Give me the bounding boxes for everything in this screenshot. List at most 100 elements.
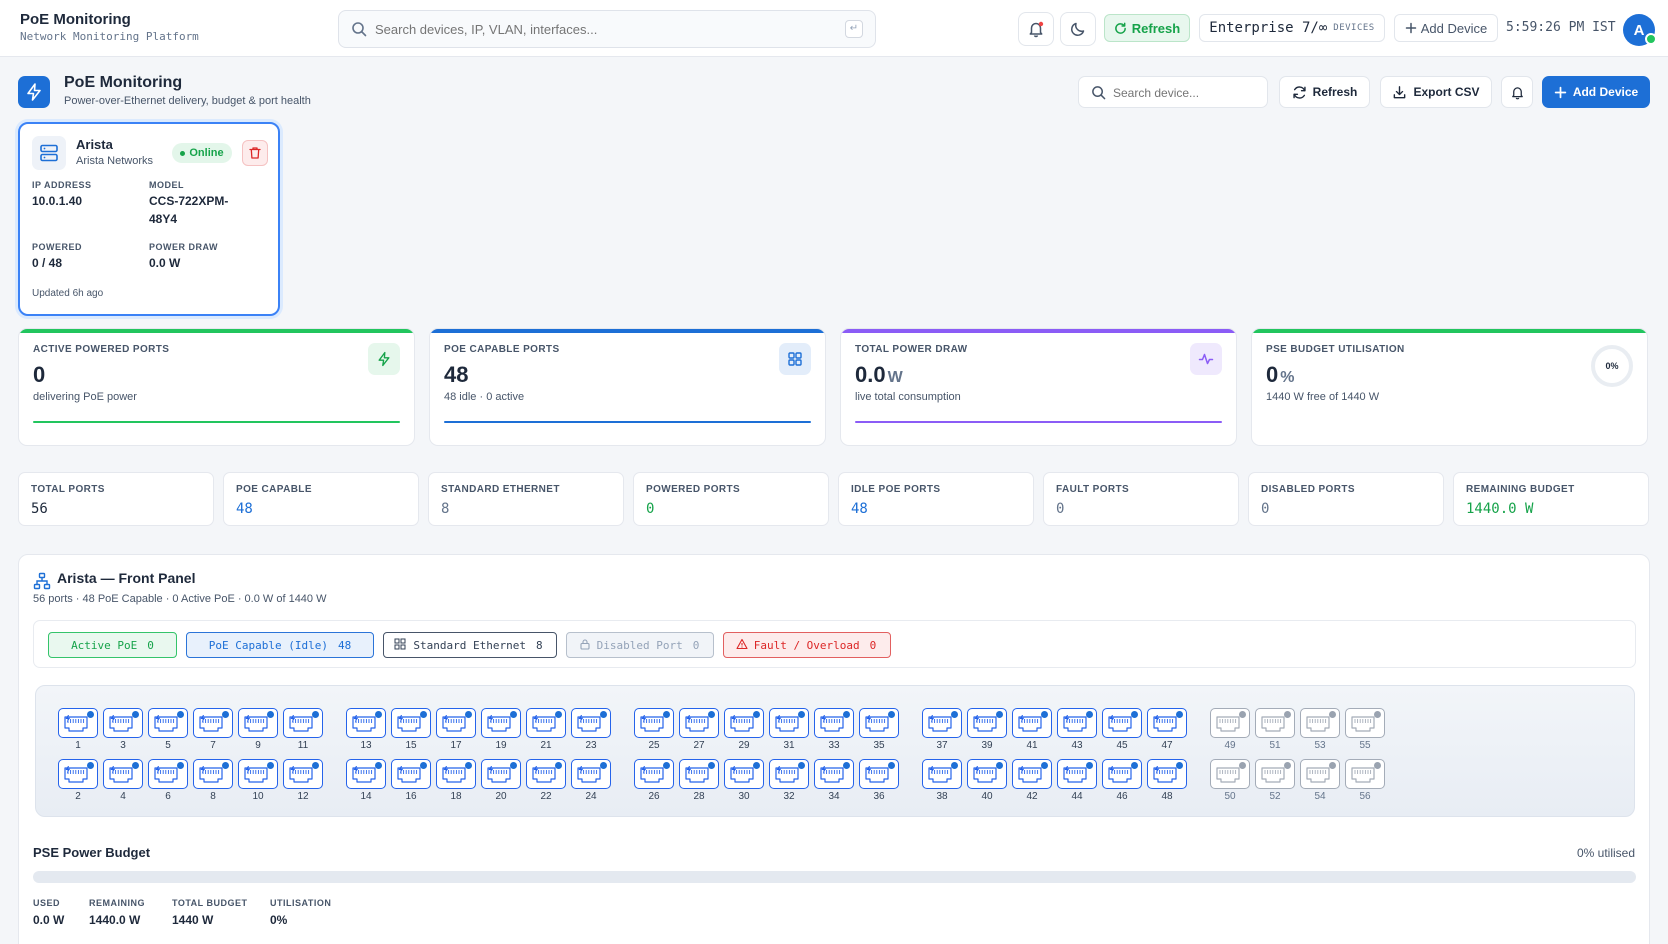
poe-port-icon xyxy=(685,762,715,783)
port-15[interactable] xyxy=(391,708,431,738)
port-24[interactable] xyxy=(571,759,611,789)
port-22[interactable] xyxy=(526,759,566,789)
port-number: 29 xyxy=(738,740,750,751)
global-search-input[interactable] xyxy=(375,19,815,39)
poe-port-icon xyxy=(928,711,958,732)
poe-port-icon xyxy=(154,762,184,783)
port-23[interactable] xyxy=(571,708,611,738)
tile-value: 0 xyxy=(1056,501,1065,517)
add-device-button[interactable]: Add Device xyxy=(1542,76,1650,108)
port-16[interactable] xyxy=(391,759,431,789)
legend-count: 0 xyxy=(869,638,877,652)
port-19[interactable] xyxy=(481,708,521,738)
port-32[interactable] xyxy=(769,759,809,789)
port-17[interactable] xyxy=(436,708,476,738)
poe-port-icon xyxy=(640,762,670,783)
delete-device-button[interactable] xyxy=(242,140,268,166)
port-39[interactable] xyxy=(967,708,1007,738)
stat-value: 48 xyxy=(444,362,468,388)
port-1[interactable] xyxy=(58,708,98,738)
bolt-icon xyxy=(378,351,390,367)
poe-port-icon xyxy=(1108,762,1138,783)
stat-number: 0.0 xyxy=(855,362,886,387)
port-18[interactable] xyxy=(436,759,476,789)
port-50[interactable] xyxy=(1210,759,1250,789)
port-33[interactable] xyxy=(814,708,854,738)
poe-port-icon xyxy=(577,762,607,783)
budget-total-value: 1440 W xyxy=(172,913,214,927)
port-9[interactable] xyxy=(238,708,278,738)
clock: 5:59:26 PM IST xyxy=(1506,20,1616,35)
theme-toggle-button[interactable] xyxy=(1060,12,1096,46)
legend-standard-ethernet[interactable]: Standard Ethernet 8 xyxy=(383,632,557,658)
port-30[interactable] xyxy=(724,759,764,789)
port-46[interactable] xyxy=(1102,759,1142,789)
poe-port-icon xyxy=(865,762,895,783)
port-11[interactable] xyxy=(283,708,323,738)
port-number: 12 xyxy=(297,791,309,802)
device-search-input[interactable] xyxy=(1113,84,1253,102)
port-41[interactable] xyxy=(1012,708,1052,738)
port-4[interactable] xyxy=(103,759,143,789)
export-csv-button[interactable]: Export CSV xyxy=(1380,76,1492,108)
port-38[interactable] xyxy=(922,759,962,789)
port-37[interactable] xyxy=(922,708,962,738)
poe-port-icon xyxy=(532,711,562,732)
stat-badge xyxy=(368,343,400,375)
port-14[interactable] xyxy=(346,759,386,789)
port-3[interactable] xyxy=(103,708,143,738)
alerts-button[interactable] xyxy=(1501,76,1533,108)
legend-active-poe[interactable]: Active PoE 0 xyxy=(48,632,177,658)
legend-fault-overload[interactable]: Fault / Overload 0 xyxy=(723,632,891,658)
port-10[interactable] xyxy=(238,759,278,789)
port-8[interactable] xyxy=(193,759,233,789)
port-52[interactable] xyxy=(1255,759,1295,789)
device-card[interactable]: Arista Arista Networks Online IP ADDRESS… xyxy=(18,122,280,316)
legend-poe-capable-idle[interactable]: PoE Capable (Idle) 48 xyxy=(186,632,374,658)
status-badge: Online xyxy=(172,143,232,163)
port-44[interactable] xyxy=(1057,759,1097,789)
port-2[interactable] xyxy=(58,759,98,789)
port-40[interactable] xyxy=(967,759,1007,789)
top-refresh-button[interactable]: Refresh xyxy=(1104,14,1190,42)
port-34[interactable] xyxy=(814,759,854,789)
ethernet-port-icon xyxy=(1261,711,1291,732)
port-26[interactable] xyxy=(634,759,674,789)
port-47[interactable] xyxy=(1147,708,1187,738)
port-43[interactable] xyxy=(1057,708,1097,738)
port-29[interactable] xyxy=(724,708,764,738)
port-42[interactable] xyxy=(1012,759,1052,789)
port-5[interactable] xyxy=(148,708,188,738)
port-54[interactable] xyxy=(1300,759,1340,789)
port-28[interactable] xyxy=(679,759,719,789)
port-31[interactable] xyxy=(769,708,809,738)
port-56[interactable] xyxy=(1345,759,1385,789)
port-36[interactable] xyxy=(859,759,899,789)
model-value-line1: CCS-722XPM- xyxy=(149,194,229,208)
port-45[interactable] xyxy=(1102,708,1142,738)
port-number: 35 xyxy=(873,740,885,751)
port-12[interactable] xyxy=(283,759,323,789)
port-49[interactable] xyxy=(1210,708,1250,738)
port-27[interactable] xyxy=(679,708,719,738)
device-search[interactable] xyxy=(1078,76,1268,108)
port-25[interactable] xyxy=(634,708,674,738)
refresh-button[interactable]: Refresh xyxy=(1279,76,1370,108)
port-20[interactable] xyxy=(481,759,521,789)
lock-icon xyxy=(580,639,590,650)
port-48[interactable] xyxy=(1147,759,1187,789)
port-13[interactable] xyxy=(346,708,386,738)
port-6[interactable] xyxy=(148,759,188,789)
port-21[interactable] xyxy=(526,708,566,738)
port-number: 37 xyxy=(936,740,948,751)
poe-port-icon xyxy=(352,762,382,783)
port-number: 22 xyxy=(540,791,552,802)
port-51[interactable] xyxy=(1255,708,1295,738)
global-search[interactable]: ↵ xyxy=(338,10,876,48)
port-35[interactable] xyxy=(859,708,899,738)
port-53[interactable] xyxy=(1300,708,1340,738)
port-7[interactable] xyxy=(193,708,233,738)
notifications-button[interactable] xyxy=(1018,12,1054,46)
port-55[interactable] xyxy=(1345,708,1385,738)
top-add-device-button[interactable]: Add Device xyxy=(1394,14,1498,42)
